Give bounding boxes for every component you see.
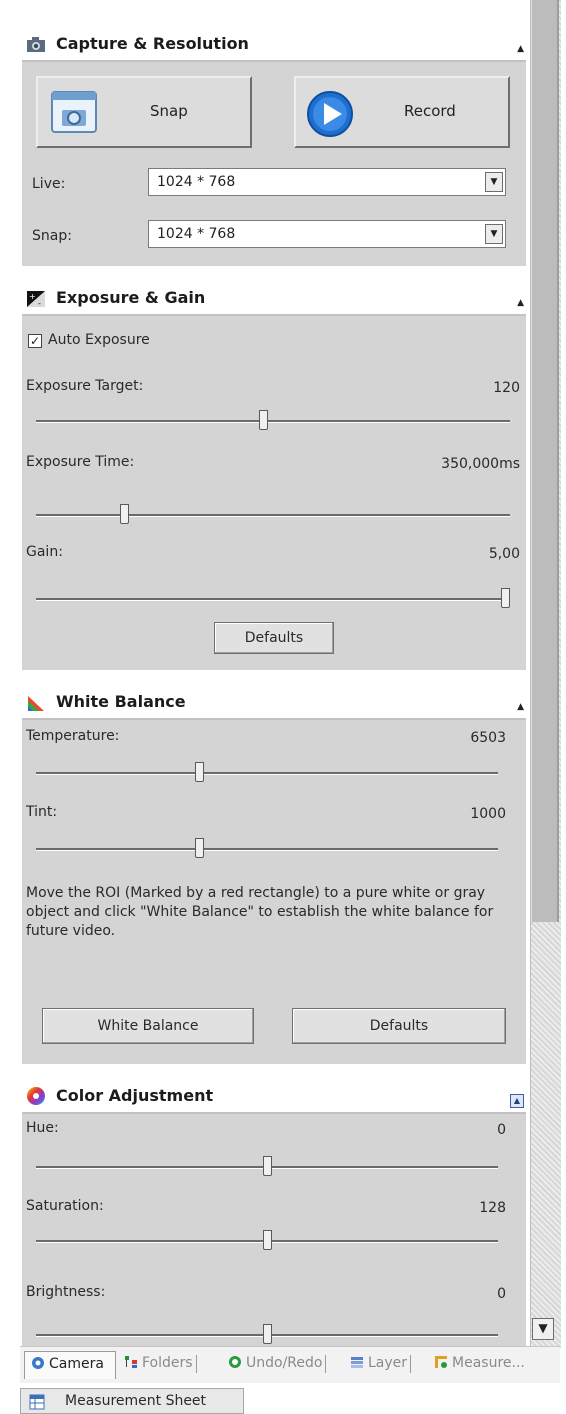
collapse-icon[interactable]: ▲ <box>517 44 524 54</box>
temperature-slider[interactable] <box>194 762 204 782</box>
gain-label: Gain: <box>26 544 63 560</box>
tab-separator <box>325 1355 327 1373</box>
record-play-icon <box>307 91 353 137</box>
chevron-down-icon[interactable]: ▼ <box>485 172 503 192</box>
live-resolution-value: 1024 * 768 <box>157 174 236 190</box>
brightness-slider[interactable] <box>262 1324 272 1344</box>
snap-resolution-value: 1024 * 768 <box>157 226 236 242</box>
color-section-body: Hue: 0 Saturation: 128 Brightness: 0 <box>22 1112 526 1350</box>
hue-value: 0 <box>497 1122 506 1138</box>
svg-text:+: + <box>29 292 36 301</box>
measurement-sheet-label: Measurement Sheet <box>65 1393 207 1409</box>
snap-label: Snap <box>150 102 188 120</box>
sheet-icon <box>29 1394 45 1410</box>
live-resolution-select[interactable]: 1024 * 768 ▼ <box>148 168 506 196</box>
white-balance-section-title: White Balance <box>56 692 186 711</box>
tint-label: Tint: <box>26 804 58 820</box>
tint-slider[interactable] <box>194 838 204 858</box>
collapse-icon[interactable]: ▲ <box>517 702 524 712</box>
exposure-target-slider[interactable] <box>259 410 269 430</box>
camera-icon <box>27 37 45 52</box>
record-label: Record <box>404 102 456 120</box>
tab-folders-label: Folders <box>142 1355 193 1371</box>
temperature-value: 6503 <box>470 730 506 746</box>
folders-tab-icon <box>125 1356 137 1368</box>
auto-exposure-checkbox[interactable]: ✓ <box>28 334 42 348</box>
scrollbar-thumb[interactable] <box>531 0 559 922</box>
tab-measure-label: Measure... <box>452 1355 525 1371</box>
exposure-defaults-button[interactable]: Defaults <box>214 622 334 654</box>
undo-redo-tab-icon <box>229 1356 241 1368</box>
record-button[interactable]: Record <box>294 76 510 148</box>
tint-value: 1000 <box>470 806 506 822</box>
brightness-value: 0 <box>497 1286 506 1302</box>
auto-exposure-label: Auto Exposure <box>48 332 150 348</box>
tab-layer-label: Layer <box>368 1355 408 1371</box>
exposure-target-track <box>36 420 510 423</box>
tab-undo-redo[interactable]: Undo/Redo <box>228 1351 327 1383</box>
temperature-track <box>36 772 498 775</box>
white-balance-instructions: Move the ROI (Marked by a red rectangle)… <box>26 885 494 939</box>
layer-tab-icon <box>351 1357 363 1368</box>
white-balance-section-header[interactable]: White Balance ▲ <box>22 688 526 718</box>
temperature-label: Temperature: <box>26 728 120 744</box>
exposure-time-slider[interactable] <box>119 504 129 524</box>
exposure-time-track <box>36 514 510 517</box>
white-balance-section-body: Temperature: 6503 Tint: 1000 Move the RO… <box>22 718 526 1064</box>
hue-slider[interactable] <box>262 1156 272 1176</box>
panel-tab-bar: Camera Folders Undo/Redo Layer Measure..… <box>20 1346 560 1383</box>
exposure-icon: + - <box>27 291 45 308</box>
saturation-value: 128 <box>479 1200 506 1216</box>
tint-track <box>36 848 498 851</box>
exposure-time-value: 350,000ms <box>441 456 520 472</box>
color-section-header[interactable]: Color Adjustment ▲ <box>22 1082 526 1112</box>
color-wheel-icon <box>27 1087 45 1105</box>
tab-camera-label: Camera <box>49 1356 104 1372</box>
saturation-slider[interactable] <box>262 1230 272 1250</box>
capture-section-title: Capture & Resolution <box>56 34 249 53</box>
collapse-icon[interactable]: ▲ <box>510 1094 524 1108</box>
tab-separator <box>195 1355 197 1373</box>
gain-value: 5,00 <box>488 546 520 562</box>
snap-button[interactable]: Snap <box>36 76 252 148</box>
white-balance-icon <box>28 696 44 711</box>
scroll-down-button[interactable]: ▼ <box>532 1318 554 1340</box>
snap-resolution-select[interactable]: 1024 * 768 ▼ <box>148 220 506 248</box>
tab-measure[interactable]: Measure... <box>434 1351 525 1383</box>
svg-text:-: - <box>38 299 41 308</box>
camera-tab-icon <box>32 1357 44 1369</box>
brightness-label: Brightness: <box>26 1284 106 1300</box>
gain-slider[interactable] <box>501 588 510 608</box>
exposure-target-value: 120 <box>493 380 520 396</box>
tab-separator <box>410 1355 412 1373</box>
exposure-section-title: Exposure & Gain <box>56 288 206 307</box>
capture-section-header[interactable]: Capture & Resolution ▲ <box>22 30 526 60</box>
color-section-title: Color Adjustment <box>56 1086 214 1105</box>
white-balance-button[interactable]: White Balance <box>42 1008 254 1044</box>
capture-section-body: Snap Record Live: 1024 * 768 ▼ Snap: 102… <box>22 60 526 266</box>
hue-label: Hue: <box>26 1120 59 1136</box>
gain-track <box>36 598 510 601</box>
measure-tab-icon <box>435 1356 447 1368</box>
collapse-icon[interactable]: ▲ <box>517 298 524 308</box>
live-label: Live: <box>32 176 66 192</box>
tab-undo-redo-label: Undo/Redo <box>246 1355 323 1371</box>
tab-layer[interactable]: Layer <box>350 1351 412 1383</box>
saturation-label: Saturation: <box>26 1198 104 1214</box>
chevron-down-icon[interactable]: ▼ <box>485 224 503 244</box>
exposure-target-label: Exposure Target: <box>26 378 144 394</box>
exposure-section-body: ✓ Auto Exposure Exposure Target: 120 Exp… <box>22 314 526 670</box>
measurement-sheet-tab[interactable]: Measurement Sheet <box>20 1388 244 1414</box>
tab-folders[interactable]: Folders <box>124 1351 197 1383</box>
camera-panel: ▼ Capture & Resolution ▲ Snap Record Liv… <box>0 0 566 1414</box>
exposure-section-header[interactable]: + - Exposure & Gain ▲ <box>22 284 526 314</box>
snap-icon <box>51 91 97 133</box>
tab-camera[interactable]: Camera <box>24 1351 116 1379</box>
exposure-time-label: Exposure Time: <box>26 454 135 470</box>
white-balance-defaults-button[interactable]: Defaults <box>292 1008 506 1044</box>
snap-resolution-label: Snap: <box>32 228 72 244</box>
